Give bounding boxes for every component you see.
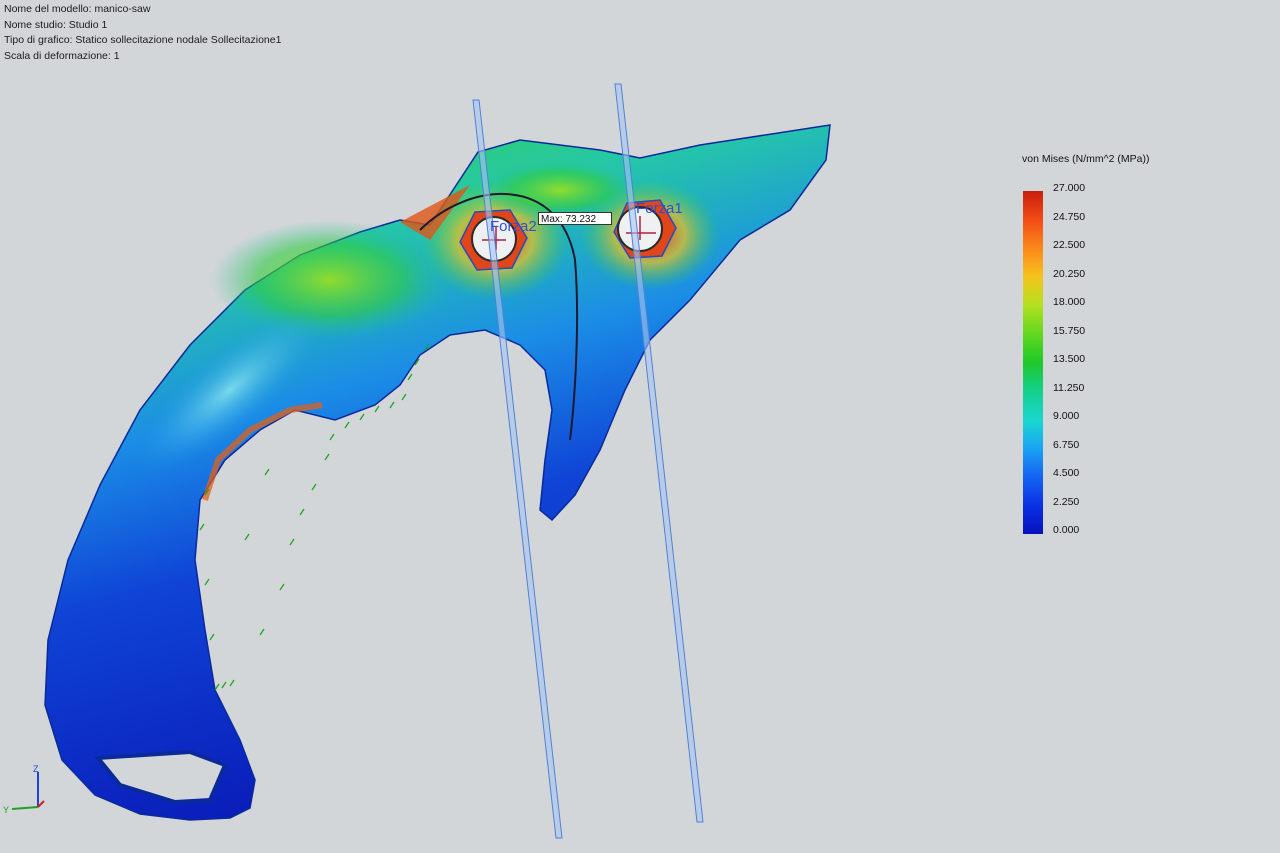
legend-tick: 20.250: [1053, 268, 1086, 280]
stress-zone-upper-left: [210, 220, 450, 340]
legend-tick: 4.500: [1053, 467, 1080, 479]
legend-tick: 2.250: [1053, 496, 1080, 508]
legend-tick: 9.000: [1053, 410, 1080, 422]
triad-y-label: Y: [3, 805, 9, 815]
legend-tick: 18.000: [1053, 296, 1086, 308]
deformation-scale: Scala di deformazione: 1: [4, 49, 120, 62]
legend-title: von Mises (N/mm^2 (MPa)): [1022, 153, 1150, 165]
study-name: Nome studio: Studio 1: [4, 18, 108, 31]
legend-tick: 22.500: [1053, 239, 1086, 251]
force1-label[interactable]: Forza1: [636, 200, 683, 217]
legend-tick: 6.750: [1053, 439, 1080, 451]
legend-tick: 0.000: [1053, 524, 1080, 536]
force2-label[interactable]: Forza2: [490, 218, 537, 235]
study-info-panel: Nome del modello: manico-saw Nome studio…: [4, 2, 281, 64]
plot-type: Tipo di grafico: Statico sollecitazione …: [4, 34, 282, 46]
legend-tick: 27.000: [1053, 182, 1086, 194]
legend-tick: 24.750: [1053, 211, 1086, 223]
legend-tick: 15.750: [1053, 325, 1086, 337]
legend-color-bar[interactable]: [1023, 191, 1043, 534]
model-viewport[interactable]: [0, 0, 1280, 853]
max-stress-label[interactable]: Max: 73.232: [538, 212, 612, 225]
model-name: Nome del modello: manico-saw: [4, 3, 151, 15]
legend-tick: 13.500: [1053, 353, 1086, 365]
triad-z-label: Z: [33, 764, 39, 774]
orientation-triad: Z Y: [3, 764, 45, 815]
legend-tick: 11.250: [1053, 382, 1085, 394]
